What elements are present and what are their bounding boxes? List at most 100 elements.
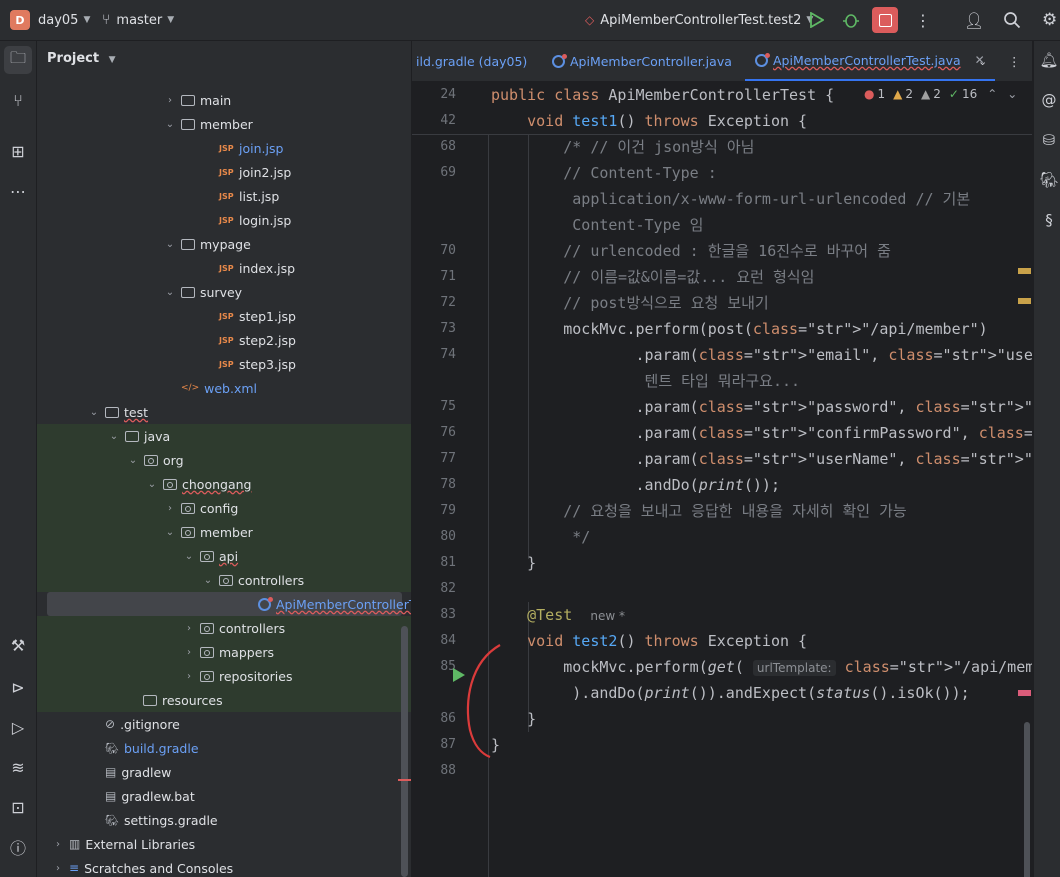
code-line[interactable]: .param(class="str">"password", class="st… xyxy=(491,394,1032,420)
chevron-down-icon[interactable]: ⌄ xyxy=(163,527,177,538)
chevron-down-icon[interactable]: ⌄ xyxy=(145,479,159,490)
chevron-right-icon[interactable]: › xyxy=(163,503,177,514)
debug-button[interactable] xyxy=(843,0,859,40)
tree-row[interactable]: JSP index.jsp xyxy=(37,256,411,280)
tree-row[interactable]: ⌄ choongang xyxy=(37,472,411,496)
tree-row[interactable]: ApiMemberControllerTest xyxy=(47,592,411,616)
code-line[interactable]: // 요청을 보내고 응답한 내용을 자세히 확인 가능 xyxy=(491,498,907,524)
tree-row[interactable]: › main xyxy=(37,88,411,112)
tab-api-member-controller-test[interactable]: ApiMemberControllerTest.java ✕ xyxy=(745,41,995,81)
tab-list-button[interactable]: ⌄ xyxy=(978,41,987,81)
tree-row[interactable]: ⊘ .gitignore xyxy=(37,712,411,736)
error-stripe-marker[interactable] xyxy=(1018,690,1031,696)
warning-stripe-marker[interactable] xyxy=(1018,268,1031,274)
tree-row[interactable]: JSP step1.jsp xyxy=(37,304,411,328)
code-line[interactable]: ).andDo(print()).andExpect(status().isOk… xyxy=(491,680,969,706)
tree-row[interactable]: ▤ gradlew xyxy=(37,760,411,784)
tree-row[interactable]: › repositories xyxy=(37,664,411,688)
chevron-right-icon[interactable]: › xyxy=(182,671,196,682)
code-line[interactable]: // 이름=값&이름=값... 요런 형식임 xyxy=(491,264,814,290)
run-button[interactable] xyxy=(810,0,824,40)
tab-build-gradle[interactable]: ild.gradle (day05) xyxy=(416,41,527,81)
tree-row[interactable]: ⌄ java xyxy=(37,424,411,448)
tree-row[interactable]: 🐘︎ build.gradle xyxy=(37,736,411,760)
chevron-down-icon[interactable]: ⌄ xyxy=(163,287,177,298)
run-tool-button[interactable]: ▷ xyxy=(4,713,32,741)
tree-row[interactable]: ⌄ api xyxy=(37,544,411,568)
code-line[interactable]: application/x-www-form-url-urlencoded //… xyxy=(491,186,970,212)
chevron-up-icon[interactable]: ⌃ xyxy=(987,87,997,101)
tree-row[interactable]: › mappers xyxy=(37,640,411,664)
chevron-down-icon[interactable]: ⌄ xyxy=(1007,87,1017,101)
tree-row[interactable]: JSP join2.jsp xyxy=(37,160,411,184)
tree-row[interactable]: JSP step2.jsp xyxy=(37,328,411,352)
python-button[interactable]: § xyxy=(1038,209,1060,231)
chevron-right-icon[interactable]: › xyxy=(182,623,196,634)
code-line[interactable]: .andDo(print()); xyxy=(491,472,780,498)
tree-row[interactable]: ⌄ member xyxy=(37,112,411,136)
code-line[interactable]: void test2() throws Exception { xyxy=(491,628,807,654)
chevron-right-icon[interactable]: › xyxy=(51,839,65,850)
tab-api-member-controller[interactable]: ApiMemberController.java xyxy=(552,41,732,81)
tree-row[interactable]: JSP join.jsp xyxy=(37,136,411,160)
editor-more-button[interactable]: ⋮ xyxy=(1008,41,1021,81)
run-config-selector[interactable]: ◇ ApiMemberControllerTest.test2 ▼ xyxy=(585,0,813,40)
code-line[interactable]: */ xyxy=(491,524,590,550)
tree-row[interactable]: ⌄ mypage xyxy=(37,232,411,256)
tree-row[interactable]: JSP list.jsp xyxy=(37,184,411,208)
branch-selector[interactable]: ⑂ master ▼ xyxy=(102,0,174,40)
structure-tool-button[interactable]: ⊞ xyxy=(4,137,32,165)
database-button[interactable]: ⛁ xyxy=(1038,129,1060,151)
tree-row[interactable]: › ≡ Scratches and Consoles xyxy=(37,856,411,877)
project-selector[interactable]: D day05 ▼ xyxy=(10,0,90,40)
tree-row[interactable]: › ▥ External Libraries xyxy=(37,832,411,856)
tree-row[interactable]: resources xyxy=(37,688,411,712)
commit-tool-button[interactable]: ⑂ xyxy=(4,86,32,114)
code-line[interactable]: @Test new * xyxy=(491,602,625,629)
code-line[interactable]: mockMvc.perform(post(class="str">"/api/m… xyxy=(491,316,987,342)
swirl-button[interactable]: @ xyxy=(1038,89,1060,111)
editor-scrollbar[interactable] xyxy=(1024,722,1030,877)
chevron-down-icon[interactable]: ⌄ xyxy=(126,455,140,466)
chevron-down-icon[interactable]: ⌄ xyxy=(87,407,101,418)
chevron-right-icon[interactable]: › xyxy=(163,95,177,106)
search-button[interactable] xyxy=(1003,0,1021,40)
tree-row[interactable]: JSP step3.jsp xyxy=(37,352,411,376)
tree-row[interactable]: ⌄ test xyxy=(37,400,411,424)
more-tools-button[interactable]: ⋯ xyxy=(4,177,32,205)
chevron-right-icon[interactable]: › xyxy=(51,863,65,874)
inspection-widget[interactable]: ● 1 ▲ 2 ▲ 2 ✓ 16 ⌃ ⌄ xyxy=(864,87,1017,101)
code-line[interactable]: .param(class="str">"email", class="str">… xyxy=(491,342,1032,368)
add-user-button[interactable]: 👤︎ xyxy=(964,0,984,40)
chevron-down-icon[interactable]: ⌄ xyxy=(163,239,177,250)
layers-tool-button[interactable]: ≋ xyxy=(4,753,32,781)
panel-scrollbar[interactable] xyxy=(401,626,408,877)
chevron-down-icon[interactable]: ⌄ xyxy=(182,551,196,562)
code-line[interactable]: /* // 이건 json방식 아님 xyxy=(491,134,754,160)
code-line[interactable]: Content-Type 임 xyxy=(491,212,703,238)
tree-row[interactable]: JSP login.jsp xyxy=(37,208,411,232)
sticky-lines[interactable]: 24 public class ApiMemberControllerTest … xyxy=(412,82,1032,135)
stop-button[interactable] xyxy=(872,0,898,40)
code-line[interactable]: // post방식으로 요청 보내기 xyxy=(491,290,769,316)
services-tool-button[interactable]: ⊳ xyxy=(4,673,32,701)
code-line[interactable]: .param(class="str">"userName", class="st… xyxy=(491,446,1032,472)
code-line[interactable]: } xyxy=(491,550,536,576)
tree-row[interactable]: › controllers xyxy=(37,616,411,640)
more-actions-button[interactable]: ⋮ xyxy=(915,0,931,40)
code-line[interactable]: mockMvc.perform(get( urlTemplate: class=… xyxy=(491,654,1032,681)
tree-row[interactable]: › config xyxy=(37,496,411,520)
tree-row[interactable]: </> web.xml xyxy=(37,376,411,400)
build-tool-button[interactable]: ⚒ xyxy=(4,631,32,659)
code-line[interactable]: // urlencoded : 한글을 16진수로 바꾸어 줌 xyxy=(491,238,891,264)
tree-row[interactable]: ⌄ org xyxy=(37,448,411,472)
problems-tool-button[interactable]: ⓘ xyxy=(4,833,32,861)
code-line[interactable]: .param(class="str">"confirmPassword", cl… xyxy=(491,420,1032,446)
warning-stripe-marker[interactable] xyxy=(1018,298,1031,304)
chevron-down-icon[interactable]: ⌄ xyxy=(163,119,177,130)
code-line[interactable]: // Content-Type : xyxy=(491,160,717,186)
tree-row[interactable]: ⌄ controllers xyxy=(37,568,411,592)
chevron-down-icon[interactable]: ⌄ xyxy=(107,431,121,442)
gradle-button[interactable]: 🐘︎ xyxy=(1038,169,1060,191)
notifications-button[interactable]: 🔔︎ xyxy=(1038,49,1060,71)
